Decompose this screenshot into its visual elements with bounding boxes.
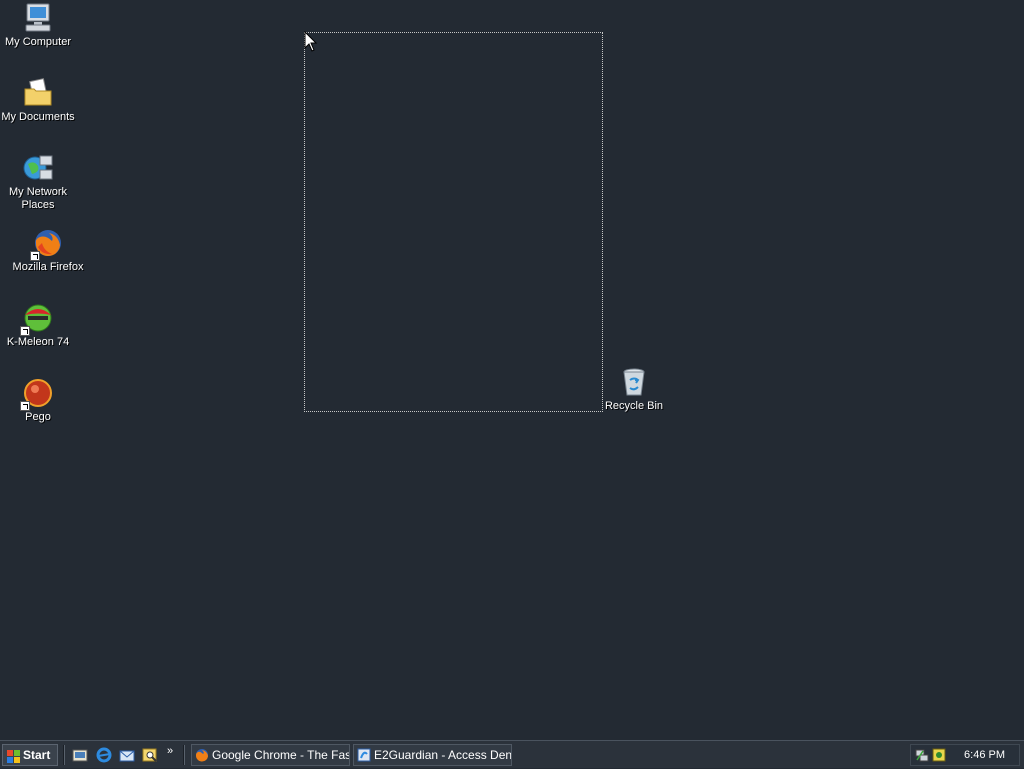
system-tray: 6:46 PM [910,744,1020,766]
desktop-icon-label: My Network Places [8,186,68,211]
desktop-icon-my-documents[interactable]: My Documents [0,77,76,124]
drag-selection-rectangle [304,32,603,412]
shortcut-arrow-icon [20,326,30,336]
search-icon[interactable] [142,747,158,763]
desktop-icon-label: Pego [25,411,51,423]
firefox-icon [195,748,209,762]
pego-icon [20,377,54,411]
taskbar-separator [183,745,185,765]
desktop-icon-pego[interactable]: Pego [0,377,76,424]
internet-explorer-icon[interactable] [96,747,112,763]
desktop-icon-mozilla-firefox[interactable]: Mozilla Firefox [10,227,86,274]
windows-flag-icon [7,749,20,763]
firefox-icon [30,227,64,261]
task-button-e2guardian[interactable]: E2Guardian - Access Deni... [353,744,512,766]
kmeleon-icon [20,302,54,336]
documents-folder-icon [22,77,54,109]
mouse-pointer-icon [304,30,318,53]
security-icon[interactable] [932,748,946,762]
shortcut-arrow-icon [20,401,30,411]
desktop-icon-k-meleon[interactable]: K-Meleon 74 [0,302,76,349]
taskbar: Start » Google Chrome - The Fas... E2Gua… [0,740,1024,768]
desktop-icon-my-network-places[interactable]: My Network Places [0,152,76,212]
desktop-icon-my-computer[interactable]: My Computer [0,2,76,49]
recycle-bin-icon [618,366,650,398]
show-desktop-icon[interactable] [72,747,88,763]
taskbar-separator [63,745,65,765]
quick-launch-chevron[interactable]: » [167,745,173,757]
taskbar-clock[interactable]: 6:46 PM [964,749,1005,761]
task-button-label: E2Guardian - Access Deni... [374,748,512,762]
desktop-icon-label: My Computer [4,36,72,48]
document-icon [357,748,371,762]
desktop-icon-recycle-bin[interactable]: Recycle Bin [596,366,672,413]
computer-icon [22,2,54,34]
desktop-icon-label: Mozilla Firefox [12,261,84,273]
task-button-google-chrome[interactable]: Google Chrome - The Fas... [191,744,350,766]
desktop-icon-label: Recycle Bin [604,400,664,412]
network-places-icon [22,152,54,184]
desktop[interactable]: My Computer My Documents My Network Plac… [0,0,1024,740]
desktop-icon-label: My Documents [1,111,75,123]
network-icon[interactable] [915,748,929,762]
shortcut-arrow-icon [30,251,40,261]
desktop-icon-label: K-Meleon 74 [6,336,70,348]
task-button-label: Google Chrome - The Fas... [212,748,350,762]
start-button[interactable]: Start [2,744,58,766]
outlook-express-icon[interactable] [119,747,135,763]
start-label: Start [23,748,51,762]
